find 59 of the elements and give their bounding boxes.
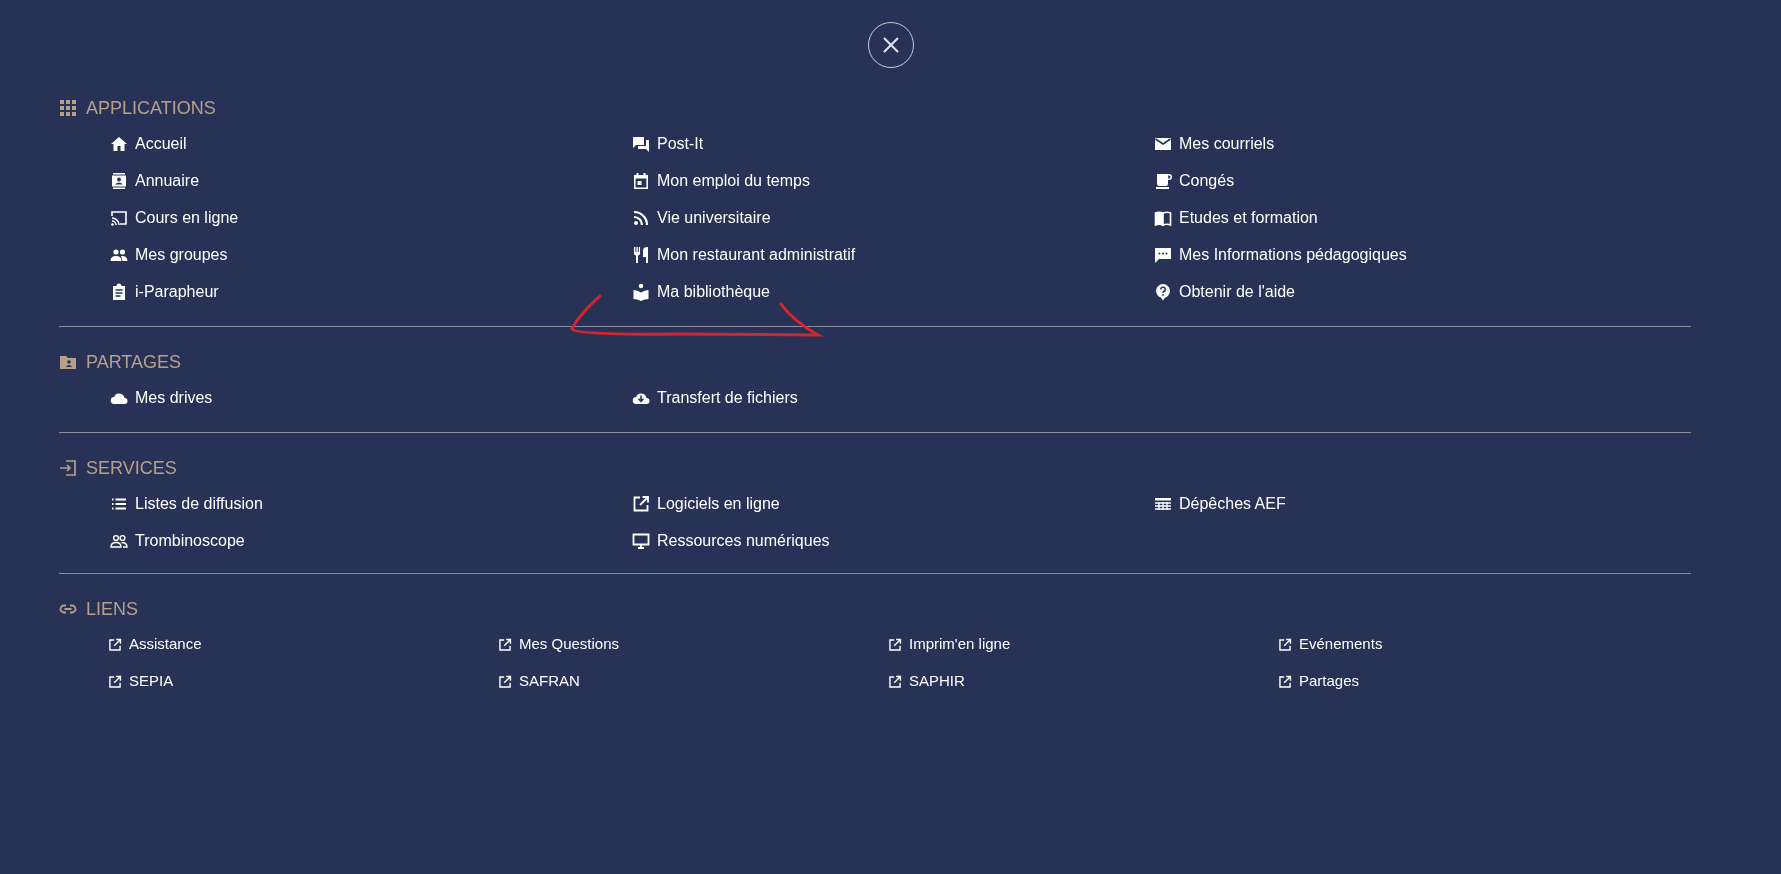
external-link-icon [108, 637, 122, 652]
menu-link[interactable]: Assistance [108, 633, 202, 656]
section-title: SERVICES [86, 456, 177, 480]
chat-bubbles-icon [632, 134, 650, 153]
folder-person-icon [59, 353, 77, 371]
external-link-icon [498, 674, 512, 689]
menu-link[interactable]: Cours en ligne [110, 205, 239, 230]
open-book-icon [1154, 208, 1172, 227]
comment-icon [1154, 245, 1172, 264]
menu-link[interactable]: Mes drives [110, 385, 213, 410]
menu-link[interactable]: Vie universitaire [632, 205, 771, 230]
section-title: LIENS [86, 597, 139, 621]
external-link-icon [632, 494, 650, 513]
coffee-cup-icon [1154, 171, 1172, 190]
menu-link[interactable]: Partages [1278, 670, 1360, 693]
section-title: PARTAGES [86, 350, 182, 374]
menu-link[interactable]: Evénements [1278, 633, 1383, 656]
menu-link[interactable]: Logiciels en ligne [632, 491, 780, 516]
monitor-icon [632, 531, 650, 550]
menu-link[interactable]: SAPHIR [888, 670, 965, 693]
external-link-icon [888, 637, 902, 652]
external-link-icon [1278, 674, 1292, 689]
menu-link[interactable]: Post-It [632, 131, 704, 156]
menu-link[interactable]: Etudes et formation [1154, 205, 1318, 230]
menu-link[interactable]: Ressources numériques [632, 528, 830, 553]
menu-link[interactable]: SAFRAN [498, 670, 580, 693]
contact-card-icon [110, 171, 128, 190]
help-icon [1154, 282, 1172, 301]
menu-link[interactable]: Mes groupes [110, 242, 228, 267]
menu-link[interactable]: Transfert de fichiers [632, 385, 798, 410]
menu-link[interactable]: Imprim'en ligne [888, 633, 1011, 656]
external-link-icon [1278, 637, 1292, 652]
rss-icon [632, 208, 650, 227]
menu-link[interactable]: i-Parapheur [110, 279, 219, 304]
menu-link[interactable]: Mes courriels [1154, 131, 1275, 156]
external-link-icon [888, 674, 902, 689]
section-title: APPLICATIONS [86, 96, 216, 120]
external-link-icon [498, 637, 512, 652]
grid-icon [59, 99, 77, 117]
calendar-icon [632, 171, 650, 190]
menu-link[interactable]: Trombinoscope [110, 528, 245, 553]
menu-link[interactable]: Obtenir de l'aide [1154, 279, 1295, 304]
cast-icon [110, 208, 128, 227]
menu-link[interactable]: Listes de diffusion [110, 491, 263, 516]
menu-link[interactable]: Accueil [110, 131, 187, 156]
menu-link[interactable]: Mes Questions [498, 633, 620, 656]
menu-link[interactable]: Congés [1154, 168, 1235, 193]
clipboard-icon [110, 282, 128, 301]
fork-knife-icon [632, 245, 650, 264]
sign-in-icon [59, 459, 77, 477]
external-link-icon [108, 674, 122, 689]
menu-link[interactable]: SEPIA [108, 670, 174, 693]
close-icon [881, 36, 900, 54]
menu-link[interactable]: Mes Informations pédagogiques [1154, 242, 1407, 267]
menu-link[interactable]: Dépêches AEF [1154, 491, 1286, 516]
home-icon [110, 134, 128, 153]
menu-link[interactable]: Mon emploi du temps [632, 168, 810, 193]
menu-link[interactable]: Mon restaurant administratif [632, 242, 856, 267]
menu-link[interactable]: Annuaire [110, 168, 200, 193]
